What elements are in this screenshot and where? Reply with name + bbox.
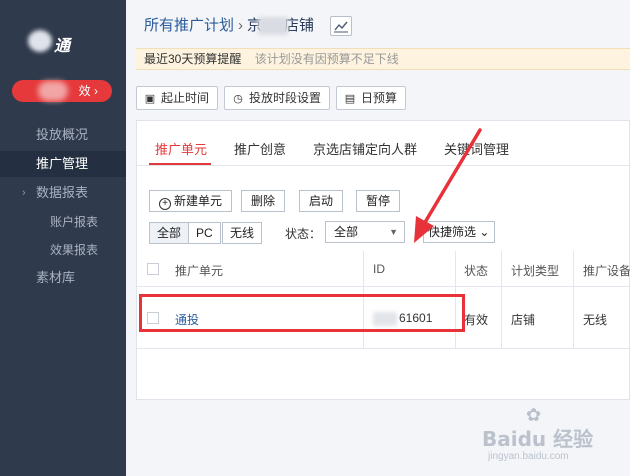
watermark-url: jingyan.baidu.com <box>488 451 569 462</box>
watermark-brand: Baidu 经验 <box>482 427 594 451</box>
watermark: ✿ Baidu 经验 jingyan.baidu.com <box>482 405 622 469</box>
